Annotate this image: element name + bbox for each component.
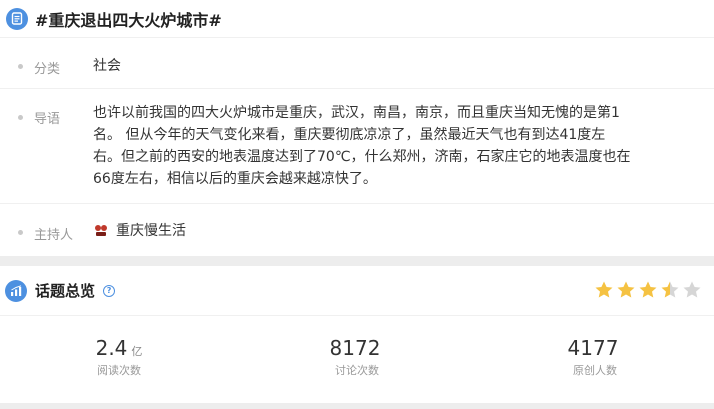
intro-text: 也许以前我国的四大火炉城市是重庆，武汉，南昌，南京，而且重庆当知无愧的是第1 名…: [93, 102, 713, 190]
intro-line: 也许以前我国的四大火炉城市是重庆，武汉，南昌，南京，而且重庆当知无愧的是第1: [93, 105, 620, 121]
intro-line: 右。但之前的西安的地表温度达到了70℃，什么郑州，济南，石家庄它的地表温度也在: [93, 149, 631, 165]
star-icon: [638, 280, 658, 300]
intro-row: 导语 也许以前我国的四大火炉城市是重庆，武汉，南昌，南京，而且重庆当知无愧的是第…: [0, 89, 714, 203]
stat-label: 原创人数: [573, 364, 617, 377]
topic-card: #重庆退出四大火炉城市# 分类 社会 导语 也许以前我国的四大火炉城市是重庆，武…: [0, 0, 714, 256]
intro-line: 名。 但从今年的天气变化来看，重庆要彻底凉凉了，虽然最近天气也有到达41度左: [93, 127, 606, 143]
overview-title: 话题总览: [35, 282, 96, 300]
document-icon: [6, 7, 28, 30]
stats-row: 2.4 亿 阅读次数 8172 讨论次数 4177 原创人数: [0, 316, 714, 402]
star-icon: [682, 280, 702, 300]
stat-originals: 4177 原创人数: [476, 316, 714, 402]
topic-title-row: #重庆退出四大火炉城市#: [0, 0, 714, 38]
overview-card: 话题总览 ? 2.4 亿 阅读次数 8172 讨论次数 4177 原创人数: [0, 266, 714, 403]
host-avatar: [93, 222, 109, 238]
stat-number: 2.4: [95, 336, 128, 360]
stat-unit: 亿: [131, 345, 143, 358]
bullet-dot: [18, 115, 23, 120]
star-icon: [616, 280, 636, 300]
chart-icon: [5, 279, 27, 302]
stat-number: 4177: [567, 336, 619, 360]
host-label: 主持人: [34, 228, 74, 243]
host-link[interactable]: 重庆慢生活: [93, 220, 186, 242]
stat-discussions: 8172 讨论次数: [238, 316, 476, 402]
stat-reads: 2.4 亿 阅读次数: [0, 316, 238, 402]
rating-stars: [592, 280, 702, 300]
category-value[interactable]: 社会: [93, 55, 121, 77]
star-icon: [594, 280, 614, 300]
overview-header: 话题总览 ?: [0, 266, 714, 316]
star-icon: [660, 280, 680, 300]
intro-line: 66度左右，相信以后的重庆会越来越凉快了。: [93, 171, 377, 187]
host-row: 主持人 重庆慢生活: [0, 204, 714, 256]
category-row: 分类 社会: [0, 38, 714, 88]
category-label: 分类: [34, 62, 61, 77]
stat-label: 讨论次数: [335, 364, 379, 377]
stat-number: 8172: [329, 336, 381, 360]
stat-label: 阅读次数: [97, 364, 141, 377]
intro-label: 导语: [34, 112, 61, 127]
bullet-dot: [18, 230, 23, 235]
help-icon[interactable]: ?: [103, 284, 116, 297]
topic-title: #重庆退出四大火炉城市#: [35, 10, 222, 30]
bullet-dot: [18, 64, 23, 69]
host-name: 重庆慢生活: [116, 223, 186, 239]
